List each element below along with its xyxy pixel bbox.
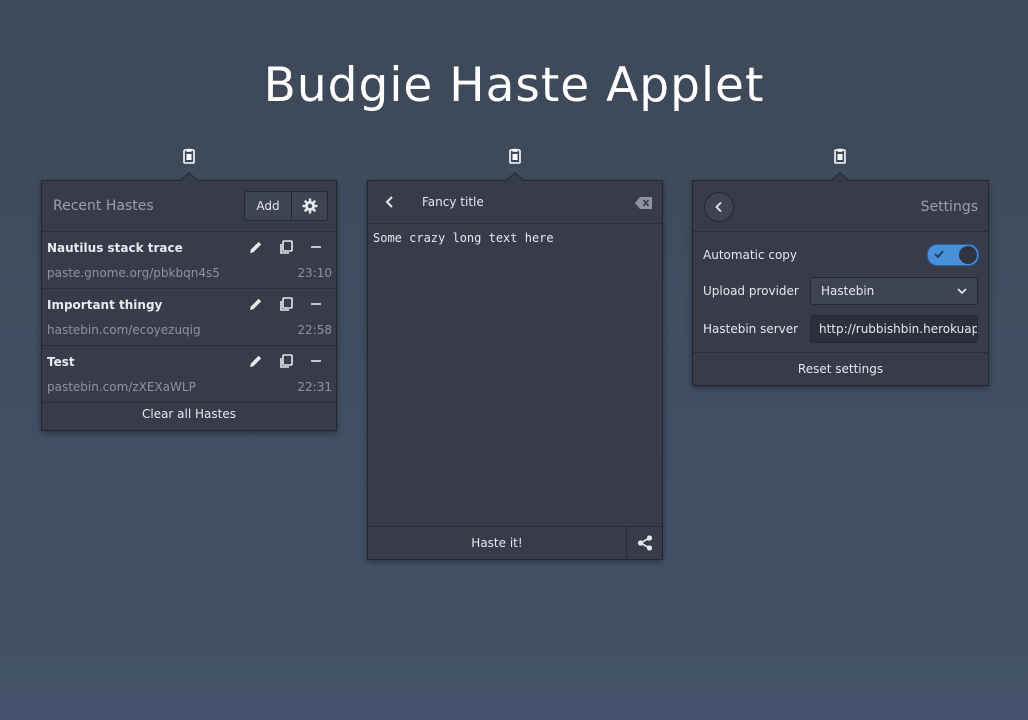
chevron-left-icon bbox=[715, 201, 722, 213]
haste-text-area[interactable]: Some crazy long text here bbox=[373, 231, 554, 245]
list-item[interactable]: Important thingy hastebin.com/ecoyezuqig… bbox=[42, 289, 336, 346]
recent-header: Recent Hastes Add bbox=[42, 181, 336, 232]
add-button[interactable]: Add bbox=[245, 192, 292, 220]
clear-text-icon[interactable] bbox=[635, 195, 653, 209]
list-item[interactable]: Nautilus stack trace paste.gnome.org/pbk… bbox=[42, 232, 336, 289]
remove-icon[interactable] bbox=[308, 239, 324, 255]
remove-icon[interactable] bbox=[308, 296, 324, 312]
list-item[interactable]: Test pastebin.com/zXEXaWLP 22:31 bbox=[42, 346, 336, 403]
reset-settings-button[interactable]: Reset settings bbox=[693, 352, 988, 385]
settings-button[interactable] bbox=[292, 192, 327, 220]
editor-footer: Haste it! bbox=[368, 526, 662, 559]
haste-title: Important thingy bbox=[47, 298, 163, 312]
auto-copy-label: Automatic copy bbox=[703, 248, 798, 262]
editor-popover: Fancy title Some crazy long text here Ha… bbox=[367, 172, 663, 560]
haste-title-field[interactable]: Fancy title bbox=[422, 195, 484, 209]
back-button[interactable] bbox=[704, 192, 734, 222]
toggle-knob bbox=[959, 246, 977, 264]
haste-url[interactable]: hastebin.com/ecoyezuqig bbox=[47, 323, 201, 337]
share-icon bbox=[637, 535, 653, 551]
upload-provider-label: Upload provider bbox=[703, 284, 799, 298]
upload-provider-select[interactable]: Hastebin bbox=[810, 277, 978, 305]
share-button[interactable] bbox=[628, 527, 662, 559]
upload-provider-value: Hastebin bbox=[821, 284, 875, 298]
settings-header: Settings bbox=[693, 181, 988, 232]
check-icon bbox=[934, 250, 944, 259]
haste-time: 22:31 bbox=[297, 380, 332, 394]
page-title: Budgie Haste Applet bbox=[263, 58, 765, 113]
popover-arrow bbox=[830, 172, 850, 182]
back-icon[interactable] bbox=[382, 194, 398, 210]
hastebin-server-value: http://rubbishbin.herokuapp.com bbox=[819, 322, 977, 336]
settings-popover: Settings Automatic copy Upload provider … bbox=[692, 172, 989, 386]
edit-icon[interactable] bbox=[248, 296, 264, 312]
clear-all-button[interactable]: Clear all Hastes bbox=[42, 399, 336, 430]
popover-arrow bbox=[505, 172, 525, 182]
haste-time: 22:58 bbox=[297, 323, 332, 337]
gear-icon bbox=[302, 198, 317, 214]
recent-title: Recent Hastes bbox=[53, 198, 154, 214]
settings-title: Settings bbox=[920, 199, 978, 215]
chevron-down-icon bbox=[957, 288, 967, 295]
header-button-group: Add bbox=[244, 191, 328, 221]
hastebin-server-label: Hastebin server bbox=[703, 322, 799, 336]
edit-icon[interactable] bbox=[248, 353, 264, 369]
haste-url[interactable]: paste.gnome.org/pbkbqn4s5 bbox=[47, 266, 220, 280]
remove-icon[interactable] bbox=[308, 353, 324, 369]
haste-it-button[interactable]: Haste it! bbox=[368, 527, 627, 559]
clipboard-icon[interactable] bbox=[182, 148, 196, 164]
clipboard-icon[interactable] bbox=[508, 148, 522, 164]
copy-icon[interactable] bbox=[278, 296, 294, 312]
haste-title: Test bbox=[47, 355, 75, 369]
haste-time: 23:10 bbox=[297, 266, 332, 280]
clipboard-icon[interactable] bbox=[833, 148, 847, 164]
haste-title: Nautilus stack trace bbox=[47, 241, 183, 255]
haste-url[interactable]: pastebin.com/zXEXaWLP bbox=[47, 380, 196, 394]
copy-icon[interactable] bbox=[278, 239, 294, 255]
copy-icon[interactable] bbox=[278, 353, 294, 369]
popover-arrow bbox=[179, 172, 199, 182]
editor-header: Fancy title bbox=[368, 181, 662, 224]
auto-copy-toggle[interactable] bbox=[927, 244, 979, 266]
hastebin-server-field[interactable]: http://rubbishbin.herokuapp.com bbox=[810, 315, 978, 343]
edit-icon[interactable] bbox=[248, 239, 264, 255]
recent-hastes-popover: Recent Hastes Add Nautilus stack trace p… bbox=[41, 172, 337, 431]
